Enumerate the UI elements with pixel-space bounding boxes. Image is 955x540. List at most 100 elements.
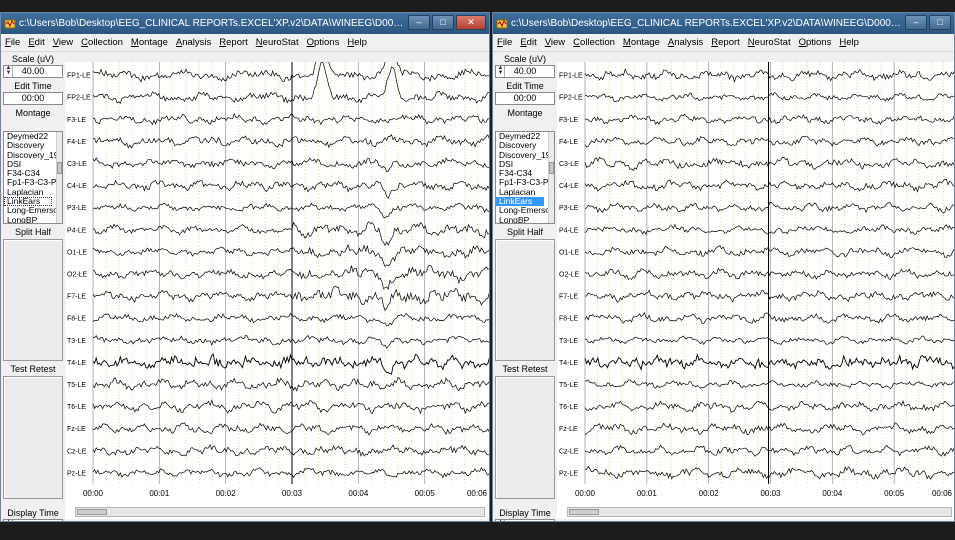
scale-input[interactable]: ▲ ▼ 40.00 — [495, 65, 555, 78]
menu-help[interactable]: Help — [347, 37, 367, 48]
menu-accelerator: O — [798, 37, 806, 48]
scroll-thumb[interactable] — [569, 509, 599, 515]
eeg-trace — [584, 245, 954, 259]
test-retest-panel[interactable] — [495, 376, 555, 499]
maximize-button[interactable]: □ — [432, 15, 454, 30]
channel-label: T4-LE — [67, 360, 86, 367]
montage-item[interactable]: LongBP — [4, 216, 62, 223]
montage-item[interactable]: LinkEars — [4, 197, 52, 207]
menu-view[interactable]: View — [545, 37, 565, 48]
scale-spinner[interactable]: ▲ ▼ — [5, 65, 13, 77]
display-time-input[interactable]: ▲▼ 6 — [495, 519, 555, 521]
menu-neurostat[interactable]: NeuroStat — [256, 37, 299, 48]
display-time-spinner[interactable]: ▲▼ — [5, 519, 13, 521]
scroll-thumb[interactable] — [57, 162, 62, 174]
display-time-input[interactable]: ▲▼ 6 — [3, 519, 63, 521]
montage-item[interactable]: Long-Emerson — [496, 206, 554, 215]
menu-view[interactable]: View — [53, 37, 73, 48]
scroll-thumb[interactable] — [77, 509, 107, 515]
channel-label: O2-LE — [67, 271, 88, 278]
menu-montage[interactable]: Montage — [623, 37, 660, 48]
close-button[interactable]: ✕ — [456, 15, 486, 30]
menu-file[interactable]: File — [5, 37, 20, 48]
eeg-trace — [584, 68, 954, 83]
eeg-trace — [584, 311, 954, 325]
menu-collection[interactable]: Collection — [573, 37, 615, 48]
minimize-button[interactable]: – — [905, 15, 927, 30]
menu-label-rest: elp — [846, 37, 859, 48]
title-bar[interactable]: c:\Users\Bob\Desktop\EEG_CLINICAL REPORT… — [1, 13, 489, 34]
montage-item[interactable]: Deymed22 — [496, 132, 554, 141]
scroll-thumb[interactable] — [549, 162, 554, 174]
montage-item[interactable]: Fp1-F3-C3-P3 — [496, 178, 554, 187]
title-bar[interactable]: c:\Users\Bob\Desktop\EEG_CLINICAL REPORT… — [493, 13, 954, 34]
display-time-spinner[interactable]: ▲▼ — [497, 519, 505, 521]
menu-label-rest: ollection — [88, 37, 123, 48]
eeg-trace — [584, 465, 954, 480]
menu-collection[interactable]: Collection — [81, 37, 123, 48]
split-half-panel[interactable] — [495, 239, 555, 361]
menu-help[interactable]: Help — [839, 37, 859, 48]
montage-scrollbar[interactable] — [548, 132, 554, 223]
montage-item[interactable]: F34-C34 — [4, 169, 62, 178]
menu-bar: File Edit View Collection Montage Analysis Rep… — [1, 34, 489, 52]
montage-list[interactable]: Deymed22 Discovery Discovery_19 DSI F34-C34 F… — [3, 131, 63, 224]
menu-analysis[interactable]: Analysis — [176, 37, 211, 48]
scale-input[interactable]: ▲ ▼ 40.00 — [3, 65, 63, 78]
montage-item[interactable]: Discovery — [4, 141, 62, 150]
eeg-trace — [584, 202, 954, 214]
channel-label: P3-LE — [67, 205, 87, 212]
display-time-label: Display Time — [7, 508, 59, 518]
channel-label: O2-LE — [559, 271, 580, 278]
test-retest-panel[interactable] — [3, 376, 63, 499]
eeg-trace-area[interactable]: 00:00 00:01 00:02 00:03 00:04 00:05 00:06 FP1-L… — [557, 62, 954, 519]
montage-item[interactable]: DSI — [496, 160, 554, 169]
eeg-trace — [584, 156, 954, 171]
menu-neurostat[interactable]: NeuroStat — [748, 37, 791, 48]
montage-item[interactable]: DSI — [4, 160, 62, 169]
menu-accelerator: C — [573, 37, 581, 48]
channel-label: P4-LE — [559, 227, 579, 234]
montage-item[interactable]: Long-Emerson — [4, 206, 62, 215]
montage-list[interactable]: Deymed22 Discovery Discovery_19 DSI F34-C34 F… — [495, 131, 555, 224]
montage-item[interactable]: Laplacian — [496, 188, 554, 197]
channel-label: C4-LE — [559, 183, 579, 190]
time-scrollbar[interactable] — [75, 507, 485, 517]
minimize-button[interactable]: – — [408, 15, 430, 30]
montage-item[interactable]: Laplacian — [4, 188, 62, 197]
menu-edit[interactable]: Edit — [520, 37, 536, 48]
time-scrollbar[interactable] — [567, 507, 952, 517]
edit-time-input[interactable]: 00:00 — [495, 92, 555, 105]
eeg-svg[interactable]: 00:00 00:01 00:02 00:03 00:04 00:05 00:06 FP1-L… — [65, 62, 490, 521]
maximize-button[interactable]: □ — [929, 15, 951, 30]
menu-accelerator: M — [622, 37, 631, 48]
eeg-svg[interactable]: 00:00 00:01 00:02 00:03 00:04 00:05 00:06 FP1-L… — [557, 62, 955, 521]
montage-item[interactable]: Discovery_19 — [4, 151, 62, 160]
split-half-panel[interactable] — [3, 239, 63, 361]
eeg-window-ica: c:\Users\Bob\Desktop\EEG_CLINICAL REPORT… — [492, 12, 955, 522]
montage-item[interactable]: LongBP — [496, 216, 554, 223]
eeg-trace — [584, 422, 954, 436]
channel-label: T3-LE — [67, 338, 86, 345]
montage-item[interactable]: Fp1-F3-C3-P3 — [4, 178, 62, 187]
edit-time-input[interactable]: 00:00 — [3, 92, 63, 105]
menu-edit[interactable]: Edit — [28, 37, 44, 48]
scale-spinner[interactable]: ▲ ▼ — [497, 65, 505, 77]
montage-scrollbar[interactable] — [56, 132, 62, 223]
menu-options[interactable]: Options — [307, 37, 340, 48]
menu-report[interactable]: Report — [219, 37, 248, 48]
menu-analysis[interactable]: Analysis — [668, 37, 703, 48]
montage-item[interactable]: LinkEars — [496, 197, 544, 207]
montage-item[interactable]: Deymed22 — [4, 132, 62, 141]
channel-label: T5-LE — [67, 382, 86, 389]
montage-item[interactable]: Discovery_19 — [496, 151, 554, 160]
menu-montage[interactable]: Montage — [131, 37, 168, 48]
channel-label: F8-LE — [67, 316, 86, 323]
menu-options[interactable]: Options — [799, 37, 832, 48]
menu-report[interactable]: Report — [711, 37, 740, 48]
montage-item[interactable]: Discovery — [496, 141, 554, 150]
time-tick-label: 00:00 — [575, 489, 596, 498]
menu-file[interactable]: File — [497, 37, 512, 48]
montage-item[interactable]: F34-C34 — [496, 169, 554, 178]
eeg-trace-area[interactable]: 00:00 00:01 00:02 00:03 00:04 00:05 00:06 FP1-L… — [65, 62, 489, 519]
